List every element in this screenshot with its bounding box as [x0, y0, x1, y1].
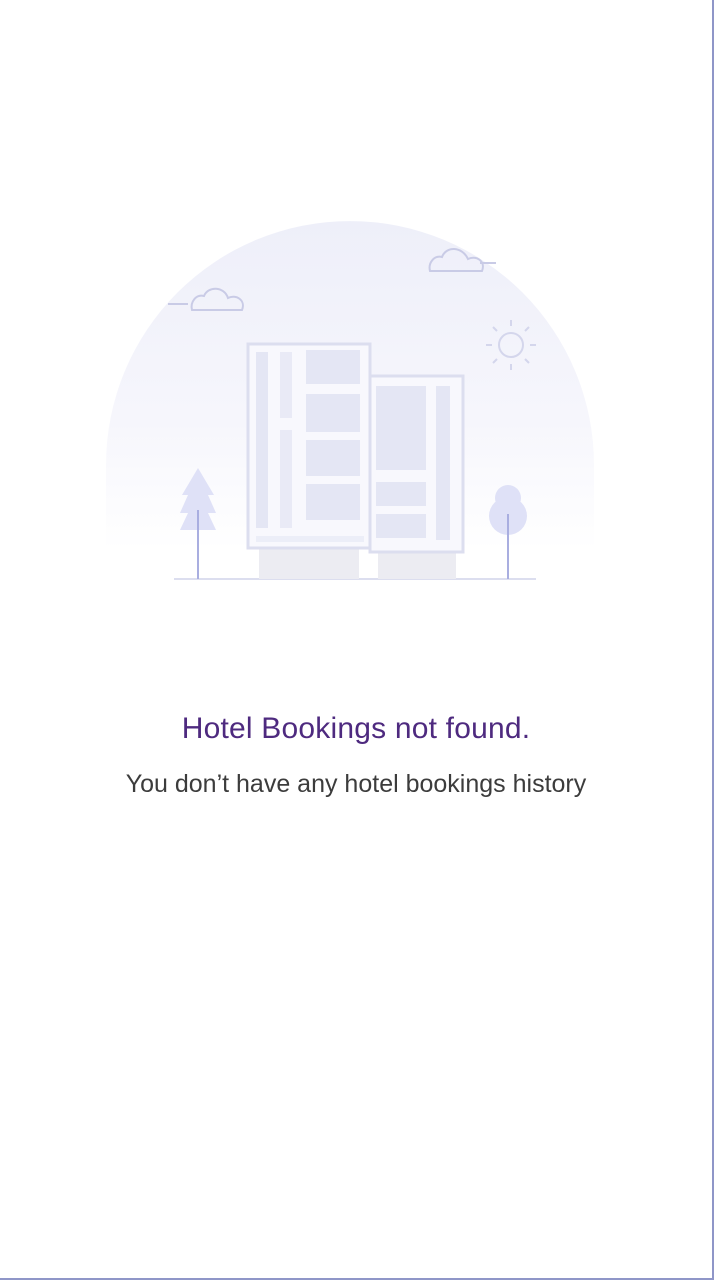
- hotel-building-icon: [368, 374, 465, 554]
- building-base: [259, 548, 359, 579]
- hotel-building-illustration: [100, 210, 600, 590]
- hotel-building-icon: [246, 342, 372, 550]
- empty-state-message: You don’t have any hotel bookings histor…: [125, 770, 587, 798]
- hotel-bookings-screen: Hotel Bookings not found. You don’t have…: [0, 0, 714, 1280]
- empty-state-title: Hotel Bookings not found.: [181, 712, 531, 745]
